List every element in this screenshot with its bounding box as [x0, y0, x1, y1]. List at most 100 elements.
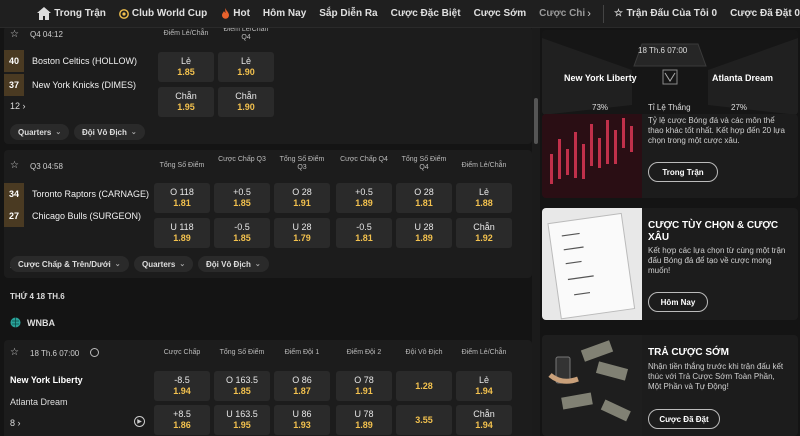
- team-row[interactable]: 34 Toronto Raptors (CARNAGE): [4, 183, 150, 205]
- odds-button[interactable]: O 118 1.81: [154, 183, 210, 213]
- odds-button[interactable]: Lẻ 1.90: [218, 52, 274, 82]
- column-header: Điểm Lẻ/Chẵn: [461, 349, 507, 356]
- filter-chip-winner[interactable]: Đội Vô Địch ⌄: [74, 124, 145, 140]
- odds-button[interactable]: -0.5 1.81: [336, 218, 392, 248]
- chevron-right-icon[interactable]: ›: [587, 8, 591, 20]
- match-time: 18 Th.6 07:00: [30, 349, 80, 358]
- filter-chip-quarters[interactable]: Quarters ⌄: [134, 256, 194, 272]
- scrollbar-thumb[interactable]: [534, 98, 538, 144]
- column-header: Điểm Lẻ/Chẵn: [461, 162, 507, 169]
- featured-team-2: Atlanta Dream: [712, 73, 774, 83]
- featured-match-card[interactable]: 18 Th.6 07:00 New York Liberty Atlanta D…: [542, 30, 798, 115]
- team-name: Chicago Bulls (SURGEON): [32, 211, 142, 221]
- odds-button[interactable]: Chẵn 1.90: [218, 87, 274, 117]
- my-matches-link[interactable]: ☆ Trận Đấu Của Tôi 0: [613, 8, 717, 19]
- promo-card-cash-out[interactable]: TRẢ CƯỢC SỚM Nhận tiền thắng trước khi t…: [542, 335, 798, 436]
- odds-label: -0.5: [234, 222, 250, 232]
- filter-chip-quarters[interactable]: Quarters ⌄: [10, 124, 70, 140]
- today-button[interactable]: Hôm Nay: [648, 292, 708, 312]
- column-header: Đội Vô Địch: [405, 349, 443, 356]
- team-name[interactable]: New York Liberty: [10, 375, 83, 385]
- league-header[interactable]: WNBA: [10, 317, 55, 328]
- odds-button[interactable]: Chẵn 1.94: [456, 405, 512, 435]
- odds-value: 1.85: [177, 67, 195, 77]
- chevron-down-icon: ⌄: [114, 261, 121, 268]
- team-row[interactable]: 40 Boston Celtics (HOLLOW): [4, 50, 150, 72]
- odds-button[interactable]: U 163.5 1.95: [214, 405, 270, 435]
- odds-button[interactable]: U 118 1.89: [154, 218, 210, 248]
- odds-button[interactable]: U 28 1.89: [396, 218, 452, 248]
- filter-chip-winner[interactable]: Đội Vô Địch ⌄: [198, 256, 269, 272]
- odds-value: 1.94: [475, 386, 493, 396]
- in-play-button[interactable]: Trong Trận: [648, 162, 718, 182]
- chip-label: Cược Chấp & Trên/Dưới: [18, 259, 111, 269]
- odds-label: Chẵn: [235, 91, 257, 101]
- play-icon[interactable]: ▶: [134, 416, 145, 427]
- odds-button[interactable]: Lẻ 1.88: [456, 183, 512, 213]
- my-matches-label: Trận Đấu Của Tôi 0: [626, 8, 718, 19]
- home-icon[interactable]: [34, 0, 54, 28]
- odds-value: 1.95: [177, 102, 195, 112]
- odds-button[interactable]: -0.5 1.85: [214, 218, 270, 248]
- nav-label: Cược Chi: [539, 8, 586, 19]
- odds-value: 1.85: [233, 198, 251, 208]
- odds-button[interactable]: Lẻ 1.85: [158, 52, 214, 82]
- bets-placed-button[interactable]: Cược Đã Đặt: [648, 409, 720, 429]
- odds-button[interactable]: Chẵn 1.92: [456, 218, 512, 248]
- promo-card-bet-builder[interactable]: CƯỢC TÙY CHỌN & CƯỢC XÂU Kết hợp các lựa…: [542, 208, 798, 320]
- scrollbar[interactable]: [532, 28, 540, 436]
- chevron-down-icon: ⌄: [130, 129, 137, 136]
- featured-team-1: New York Liberty: [564, 73, 637, 83]
- odds-button[interactable]: 1.28: [396, 371, 452, 401]
- nav-item-early-bets[interactable]: Cược Sớm: [474, 8, 527, 19]
- odds-button[interactable]: O 78 1.91: [336, 371, 392, 401]
- nav-item-today[interactable]: Hôm Nay: [263, 8, 306, 19]
- odds-value: 1.93: [293, 420, 311, 430]
- odds-button[interactable]: Chẵn 1.95: [158, 87, 214, 117]
- team-row[interactable]: 37 New York Knicks (DIMES): [4, 74, 150, 96]
- odds-button[interactable]: +0.5 1.89: [336, 183, 392, 213]
- star-icon[interactable]: ☆: [10, 160, 19, 171]
- odds-button[interactable]: U 86 1.93: [274, 405, 330, 435]
- more-markets-count: 12: [10, 101, 21, 111]
- nav-item-club-world-cup[interactable]: Club World Cup: [118, 8, 207, 19]
- odds-button[interactable]: +8.5 1.86: [154, 405, 210, 435]
- more-markets-link[interactable]: 8 ›: [10, 418, 21, 428]
- odds-button[interactable]: U 78 1.89: [336, 405, 392, 435]
- odds-button[interactable]: O 163.5 1.85: [214, 371, 270, 401]
- star-icon[interactable]: ☆: [10, 29, 19, 40]
- stats-icon[interactable]: [90, 348, 99, 357]
- odds-button[interactable]: O 28 1.81: [396, 183, 452, 213]
- promo-card-live[interactable]: Tỷ lệ cược Bóng đá và các môn thể thao k…: [542, 114, 798, 198]
- match-period: Q4 04:12: [30, 30, 63, 39]
- odds-button[interactable]: Lẻ 1.94: [456, 371, 512, 401]
- star-icon[interactable]: ☆: [10, 347, 19, 358]
- odds-button[interactable]: 3.55: [396, 405, 452, 435]
- odds-button[interactable]: -8.5 1.94: [154, 371, 210, 401]
- nav-item-special-bets[interactable]: Cược Đặc Biệt: [391, 8, 461, 19]
- match-list: ☆ Q4 04:12 Điểm Lẻ/Chẵn Điểm Lẻ/Chẵn Q4 …: [0, 28, 532, 436]
- odds-button[interactable]: U 28 1.79: [274, 218, 330, 248]
- bets-placed-link[interactable]: Cược Đã Đặt 0: [730, 8, 800, 19]
- team-name[interactable]: Atlanta Dream: [10, 397, 68, 407]
- nav-item-hot[interactable]: Hot: [220, 8, 250, 19]
- nav-label: Cược Sớm: [473, 8, 527, 19]
- odds-button[interactable]: O 28 1.91: [274, 183, 330, 213]
- odds-button[interactable]: O 86 1.87: [274, 371, 330, 401]
- filter-chip-handicap-ou[interactable]: Cược Chấp & Trên/Dưới ⌄: [10, 256, 129, 272]
- top-nav: Trong Trận Club World Cup Hot Hôm Nay Sắ…: [0, 0, 800, 28]
- odds-label: +0.5: [355, 187, 373, 197]
- nav-item-more[interactable]: Cược Chi: [539, 8, 585, 19]
- odds-label: O 28: [414, 187, 434, 197]
- more-markets-link[interactable]: 12 ›: [10, 101, 26, 111]
- odds-value: 1.94: [173, 386, 191, 396]
- promo-title: CƯỢC TÙY CHỌN & CƯỢC XÂU: [648, 220, 779, 243]
- team-score: 37: [4, 74, 24, 96]
- team-row[interactable]: 27 Chicago Bulls (SURGEON): [4, 205, 150, 227]
- nav-item-upcoming[interactable]: Sắp Diễn Ra: [319, 8, 377, 19]
- odds-label: -8.5: [174, 375, 190, 385]
- nav-label: Hôm Nay: [262, 8, 307, 19]
- odds-label: U 28: [414, 222, 434, 232]
- nav-item-in-play[interactable]: Trong Trận: [54, 8, 106, 19]
- odds-button[interactable]: +0.5 1.85: [214, 183, 270, 213]
